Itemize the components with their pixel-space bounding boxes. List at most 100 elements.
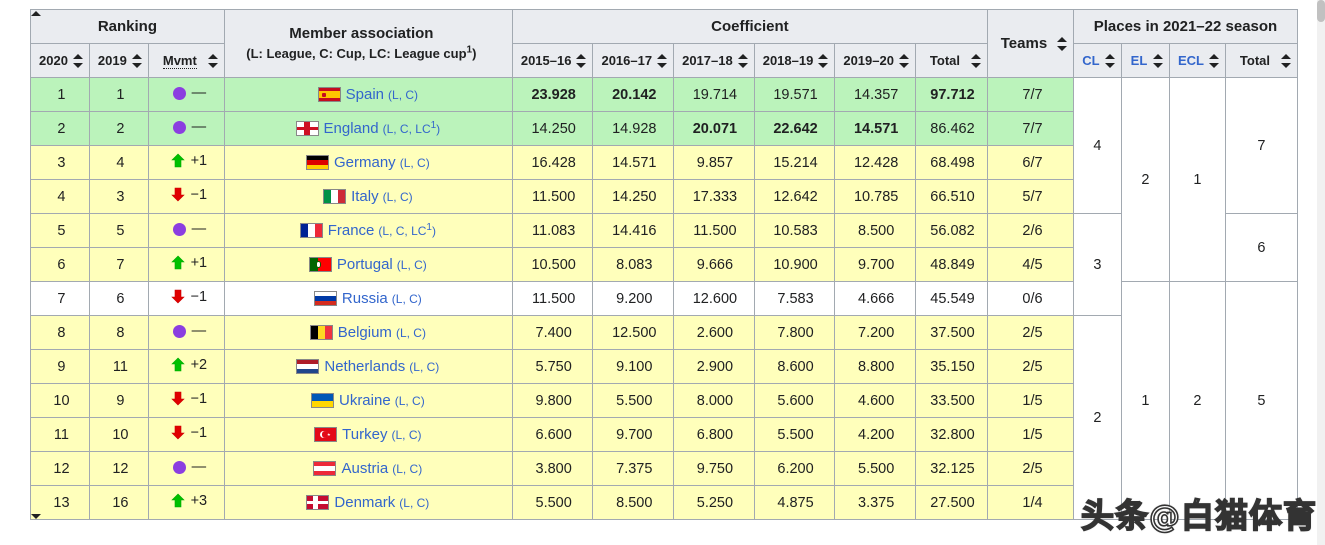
sort-arrow-icon[interactable] — [737, 53, 749, 69]
header-coeff-2017-18[interactable]: 2017–18 — [673, 43, 755, 78]
header-rank-2020[interactable]: 2020 — [30, 43, 90, 78]
movement-indicator: −1 — [170, 289, 207, 305]
sort-arrow-icon[interactable] — [1208, 53, 1220, 69]
cell-coefficient-total: 66.510 — [914, 179, 988, 214]
sort-arrow-icon[interactable] — [72, 53, 84, 69]
association-link[interactable]: England — [324, 120, 379, 137]
header-places-el-label[interactable]: EL — [1131, 53, 1148, 68]
header-coeff-2015-16[interactable]: 2015–16 — [511, 43, 594, 78]
cell-rank-2020: 9 — [30, 349, 90, 384]
cell-rank-2020: 12 — [30, 451, 90, 486]
header-mvmt[interactable]: Mvmt — [147, 43, 225, 78]
cell-association[interactable]: England (L, C, LC1) — [223, 111, 513, 146]
association-link[interactable]: Italy — [351, 188, 379, 205]
association-link[interactable]: Germany — [334, 154, 396, 171]
cell-coefficient-total: 48.849 — [914, 247, 988, 282]
association-competitions: (L, C) — [391, 428, 422, 442]
movement-indicator: — — [172, 323, 206, 339]
cell-coefficient: 6.600 — [511, 417, 594, 452]
header-places-el[interactable]: EL — [1120, 43, 1170, 78]
association-link[interactable]: Turkey — [342, 426, 387, 443]
header-member-association[interactable]: Member association (L: League, C: Cup, L… — [223, 9, 513, 78]
cell-coefficient-total: 45.549 — [914, 281, 988, 316]
cell-association[interactable]: Belgium (L, C) — [223, 315, 513, 350]
header-places-ecl[interactable]: ECL — [1168, 43, 1226, 78]
header-coeff-total[interactable]: Total — [914, 43, 988, 78]
header-coeff-2019-20[interactable]: 2019–20 — [834, 43, 916, 78]
association-link[interactable]: Ukraine — [339, 392, 391, 409]
header-rank-2019[interactable]: 2019 — [88, 43, 149, 78]
header-coeff-2016-17[interactable]: 2016–17 — [592, 43, 675, 78]
association-link[interactable]: Netherlands — [324, 358, 405, 375]
cell-association[interactable]: Austria (L, C) — [223, 451, 513, 486]
cell-coefficient: 23.928 — [511, 77, 594, 112]
header-places-cl[interactable]: CL — [1072, 43, 1122, 78]
sort-arrow-icon[interactable] — [1056, 36, 1068, 52]
sort-arrow-icon[interactable] — [1280, 53, 1292, 69]
movement-indicator: +2 — [170, 357, 207, 373]
cell-coefficient-total: 68.498 — [914, 145, 988, 180]
association-link[interactable]: Belgium — [338, 324, 392, 341]
cell-association[interactable]: France (L, C, LC1) — [223, 213, 513, 248]
header-coeff-2018-19-label: 2018–19 — [762, 53, 814, 68]
sort-arrow-icon[interactable] — [1152, 53, 1164, 69]
flag-spain-icon — [317, 87, 341, 102]
cell-rank-2020: 3 — [30, 145, 90, 180]
cell-coefficient-total: 27.500 — [914, 485, 988, 520]
sort-arrow-icon[interactable] — [576, 53, 587, 69]
header-column-row: 2020 2019 Mvmt 2015–16 2016–17 2017–18 2… — [30, 43, 1298, 78]
page-scrollbar-thumb[interactable] — [1317, 0, 1325, 22]
cell-coefficient: 10.583 — [753, 213, 836, 248]
cell-association[interactable]: Portugal (L, C) — [223, 247, 513, 282]
flag-germany-icon — [305, 155, 329, 170]
cell-teams: 1/4 — [986, 485, 1074, 520]
cell-association[interactable]: Turkey (L, C) — [223, 417, 513, 452]
association-link[interactable]: Russia — [342, 290, 388, 307]
cell-teams: 7/7 — [986, 77, 1074, 112]
cell-rank-2020: 10 — [30, 383, 90, 418]
movement-label: — — [191, 118, 207, 135]
sort-arrow-icon[interactable] — [818, 53, 829, 69]
header-coeff-2016-17-label: 2016–17 — [601, 53, 653, 68]
cell-association[interactable]: Germany (L, C) — [223, 145, 513, 180]
cell-association[interactable]: Russia (L, C) — [223, 281, 513, 316]
cell-association[interactable]: Spain (L, C) — [223, 77, 513, 112]
sort-arrow-icon[interactable] — [970, 53, 982, 69]
association-link[interactable]: Denmark — [334, 494, 395, 511]
header-member-association-legend: (L: League, C: Cup, LC: League cup1) — [246, 45, 476, 61]
movement-indicator: −1 — [170, 187, 207, 203]
sort-arrow-icon[interactable] — [131, 53, 143, 69]
cell-rank-2020: 11 — [30, 417, 90, 452]
association-link[interactable]: France — [328, 222, 375, 239]
sort-arrow-icon[interactable] — [898, 53, 910, 69]
header-places-cl-label[interactable]: CL — [1082, 53, 1099, 68]
cell-teams: 2/5 — [986, 315, 1074, 350]
header-teams[interactable]: Teams — [986, 9, 1074, 78]
sort-arrow-icon[interactable] — [657, 53, 668, 69]
sort-arrow-icon[interactable] — [1104, 53, 1116, 69]
cell-movement: +1 — [147, 247, 225, 282]
cell-association[interactable]: Netherlands (L, C) — [223, 349, 513, 384]
cell-coefficient: 8.800 — [834, 349, 916, 384]
steady-dot-icon — [172, 323, 188, 339]
cell-association[interactable]: Ukraine (L, C) — [223, 383, 513, 418]
header-teams-label: Teams — [1000, 35, 1048, 52]
header-places-total[interactable]: Total — [1224, 43, 1298, 78]
flag-denmark-icon — [306, 495, 330, 510]
page-scrollbar[interactable] — [1317, 0, 1325, 545]
sort-arrow-icon[interactable] — [207, 53, 219, 69]
movement-label: −1 — [190, 390, 208, 407]
association-link[interactable]: Austria — [341, 460, 388, 477]
header-coeff-2018-19[interactable]: 2018–19 — [753, 43, 836, 78]
cell-coefficient: 7.200 — [834, 315, 916, 350]
association-link[interactable]: Spain — [346, 86, 384, 103]
movement-indicator: +1 — [170, 255, 207, 271]
association-link[interactable]: Portugal — [337, 256, 393, 273]
header-places-ecl-label[interactable]: ECL — [1178, 53, 1204, 68]
table-row: 8 8— Belgium (L, C) 7.400 12.500 2.600 7.800 7.… — [30, 315, 1298, 520]
cell-association[interactable]: Denmark (L, C) — [223, 485, 513, 520]
legend-prefix: (L: League, C: Cup, LC: League cup — [246, 46, 467, 61]
cell-places-cl: 2 — [1072, 315, 1122, 520]
cell-coefficient-total: 97.712 — [914, 77, 988, 112]
cell-association[interactable]: Italy (L, C) — [223, 179, 513, 214]
